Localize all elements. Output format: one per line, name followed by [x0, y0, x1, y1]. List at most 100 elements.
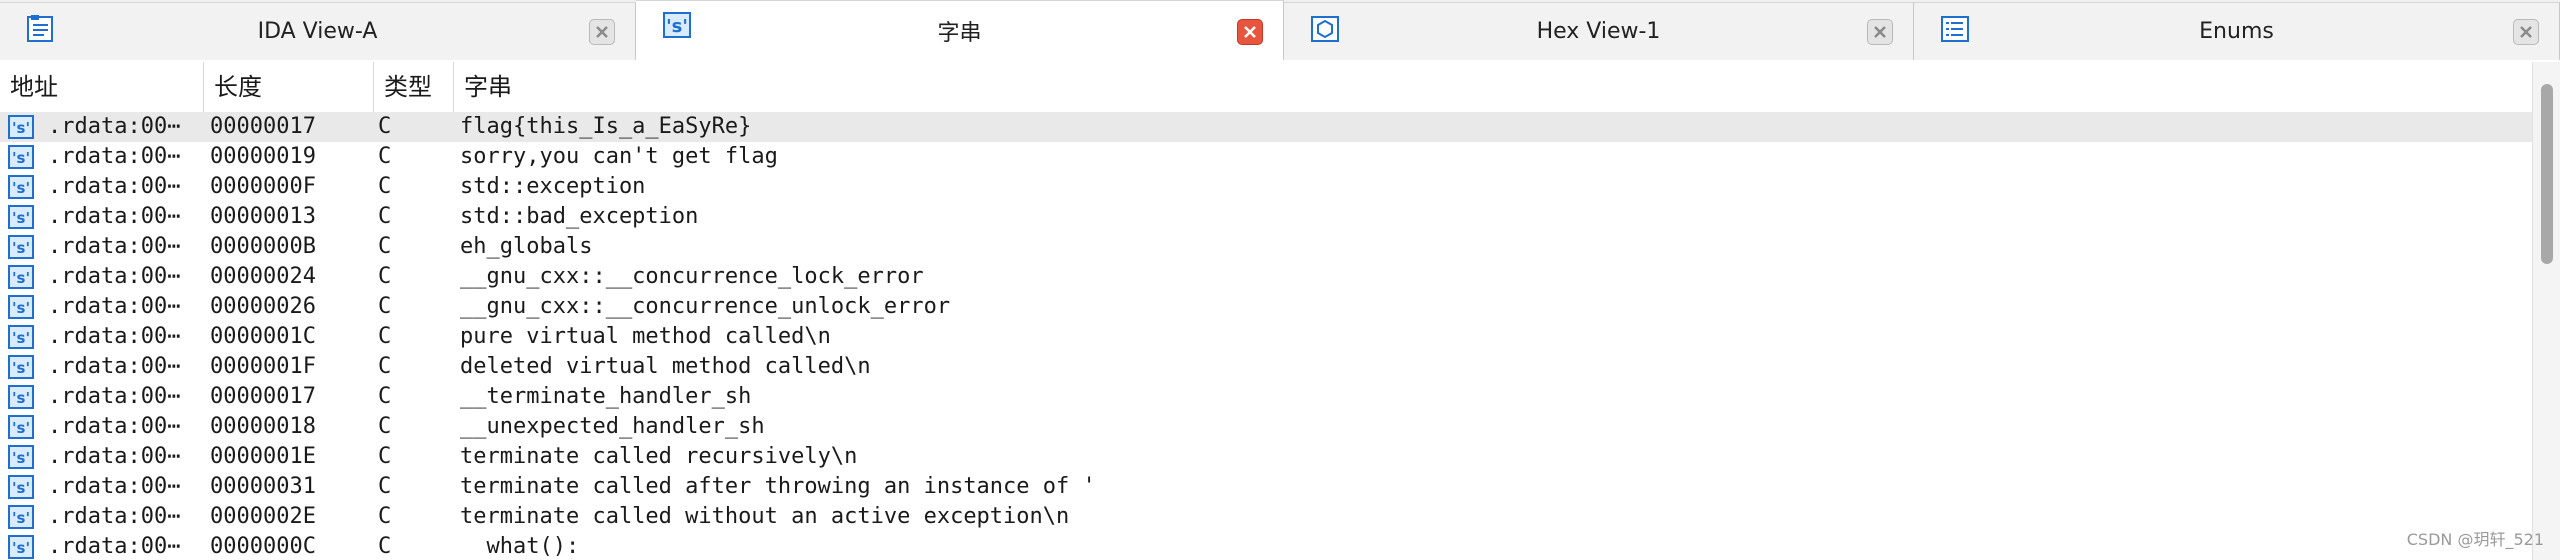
cell-string: std::exception	[460, 174, 646, 199]
tab-label: IDA View-A	[257, 19, 378, 44]
column-header-length[interactable]: 长度	[204, 62, 374, 112]
column-header-type[interactable]: 类型	[374, 62, 454, 112]
cell-type: C	[378, 204, 392, 229]
table-row[interactable]: 's' .rdata:00⋯ 0000002E Cterminate called w…	[0, 502, 2532, 532]
cell-string: terminate called without an active excep…	[460, 504, 1070, 529]
table-row[interactable]: 's' .rdata:00⋯ 00000017 C __terminate_handle…	[0, 382, 2532, 412]
table-row[interactable]: 's' .rdata:00⋯ 0000000B Ceh_globals	[0, 232, 2532, 262]
cell-address: .rdata:00⋯	[48, 264, 181, 289]
string-icon: 's'	[8, 355, 34, 379]
string-icon: 's'	[8, 505, 34, 529]
cell-string: __gnu_cxx::__concurrence_lock_error	[460, 264, 924, 289]
table-row[interactable]: 's' .rdata:00⋯ 00000026 C __gnu_cxx::__concu…	[0, 292, 2532, 322]
string-icon: 's'	[8, 175, 34, 199]
cell-address: .rdata:00⋯	[48, 354, 181, 379]
tab-enums[interactable]: Enums	[1914, 2, 2560, 60]
close-icon[interactable]	[1237, 19, 1263, 45]
string-icon: 's'	[8, 265, 34, 289]
table-row[interactable]: 's' .rdata:00⋯ 00000017 Cflag{this_Is_a_EaS…	[0, 112, 2532, 142]
svg-text:'s': 's'	[12, 119, 30, 137]
cell-length: 00000024	[210, 264, 316, 289]
cell-type: C	[378, 504, 392, 529]
table-row[interactable]: 's' .rdata:00⋯ 0000000C C what():	[0, 532, 2532, 560]
string-icon: 's'	[8, 295, 34, 319]
table-row[interactable]: 's' .rdata:00⋯ 00000031 Cterminate called a…	[0, 472, 2532, 502]
cell-address: .rdata:00⋯	[48, 504, 181, 529]
svg-text:'s': 's'	[12, 179, 30, 197]
cell-string: pure virtual method called\n	[460, 324, 831, 349]
tab-hex-view-1[interactable]: Hex View-1	[1284, 2, 1914, 60]
cell-type: C	[378, 324, 392, 349]
string-icon: 's'	[8, 535, 34, 559]
cell-address: .rdata:00⋯	[48, 474, 181, 499]
cell-string: __terminate_handler_sh	[460, 384, 752, 409]
close-icon[interactable]	[2513, 19, 2539, 45]
cell-length: 00000031	[210, 474, 316, 499]
cell-type: C	[378, 294, 392, 319]
cell-type: C	[378, 234, 392, 259]
cell-type: C	[378, 354, 392, 379]
table-row[interactable]: 's' .rdata:00⋯ 0000000F Cstd::exception	[0, 172, 2532, 202]
ida-strings-window: IDA View-A 's' 字串 Hex View-1 Enums 地址 长度…	[0, 0, 2560, 560]
cell-address: .rdata:00⋯	[48, 384, 181, 409]
string-icon: 's'	[8, 325, 34, 349]
cell-address: .rdata:00⋯	[48, 234, 181, 259]
cell-string: std::bad_exception	[460, 204, 699, 229]
cell-type: C	[378, 264, 392, 289]
vertical-scrollbar[interactable]	[2532, 62, 2560, 560]
strings-table: 's' .rdata:00⋯ 00000017 Cflag{this_Is_a_EaS…	[0, 112, 2532, 560]
cell-address: .rdata:00⋯	[48, 414, 181, 439]
column-header: 地址 长度 类型 字串	[0, 62, 2532, 113]
cell-length: 00000017	[210, 114, 316, 139]
cell-length: 00000018	[210, 414, 316, 439]
cell-length: 0000002E	[210, 504, 316, 529]
cell-length: 0000000F	[210, 174, 316, 199]
svg-text:'s': 's'	[12, 449, 30, 467]
cell-address: .rdata:00⋯	[48, 174, 181, 199]
svg-text:'s': 's'	[12, 479, 30, 497]
cell-address: .rdata:00⋯	[48, 324, 181, 349]
svg-text:'s': 's'	[12, 389, 30, 407]
table-row[interactable]: 's' .rdata:00⋯ 00000019 Csorry,you can't ge…	[0, 142, 2532, 172]
string-icon: 's'	[8, 115, 34, 139]
cell-type: C	[378, 384, 392, 409]
svg-text:'s': 's'	[12, 419, 30, 437]
cell-string: terminate called recursively\n	[460, 444, 858, 469]
cell-string: terminate called after throwing an insta…	[460, 474, 1096, 499]
close-icon[interactable]	[589, 19, 615, 45]
cell-length: 0000001E	[210, 444, 316, 469]
cell-string: eh_globals	[460, 234, 593, 259]
table-row[interactable]: 's' .rdata:00⋯ 0000001E Cterminate called r…	[0, 442, 2532, 472]
column-header-address[interactable]: 地址	[0, 62, 204, 112]
table-row[interactable]: 's' .rdata:00⋯ 0000001F Cdeleted virtual me…	[0, 352, 2532, 382]
tab-label: Enums	[2199, 19, 2274, 44]
cell-string: what():	[460, 534, 580, 559]
tab-bar: IDA View-A 's' 字串 Hex View-1 Enums	[0, 0, 2560, 60]
scrollbar-thumb[interactable]	[2541, 84, 2553, 264]
svg-text:'s': 's'	[12, 539, 30, 557]
svg-text:'s': 's'	[12, 299, 30, 317]
table-row[interactable]: 's' .rdata:00⋯ 00000024 C __gnu_cxx::__concu…	[0, 262, 2532, 292]
svg-text:'s': 's'	[12, 239, 30, 257]
table-row[interactable]: 's' .rdata:00⋯ 0000001C Cpure virtual metho…	[0, 322, 2532, 352]
column-header-string[interactable]: 字串	[454, 62, 2532, 112]
svg-text:'s': 's'	[12, 269, 30, 287]
close-icon[interactable]	[1867, 19, 1893, 45]
cell-length: 0000000C	[210, 534, 316, 559]
cell-type: C	[378, 474, 392, 499]
table-row[interactable]: 's' .rdata:00⋯ 00000018 C __unexpected_handl…	[0, 412, 2532, 442]
cell-address: .rdata:00⋯	[48, 144, 181, 169]
tab-ida-view-a[interactable]: IDA View-A	[0, 2, 636, 60]
svg-text:'s': 's'	[12, 509, 30, 527]
table-row[interactable]: 's' .rdata:00⋯ 00000013 Cstd::bad_exception	[0, 202, 2532, 232]
cell-length: 0000000B	[210, 234, 316, 259]
cell-type: C	[378, 144, 392, 169]
cell-length: 00000013	[210, 204, 316, 229]
string-icon: 's'	[8, 475, 34, 499]
cell-type: C	[378, 534, 392, 559]
svg-text:'s': 's'	[12, 329, 30, 347]
cell-type: C	[378, 174, 392, 199]
tab-strings[interactable]: 's' 字串	[636, 0, 1284, 60]
cell-address: .rdata:00⋯	[48, 114, 181, 139]
string-icon: 's'	[8, 415, 34, 439]
